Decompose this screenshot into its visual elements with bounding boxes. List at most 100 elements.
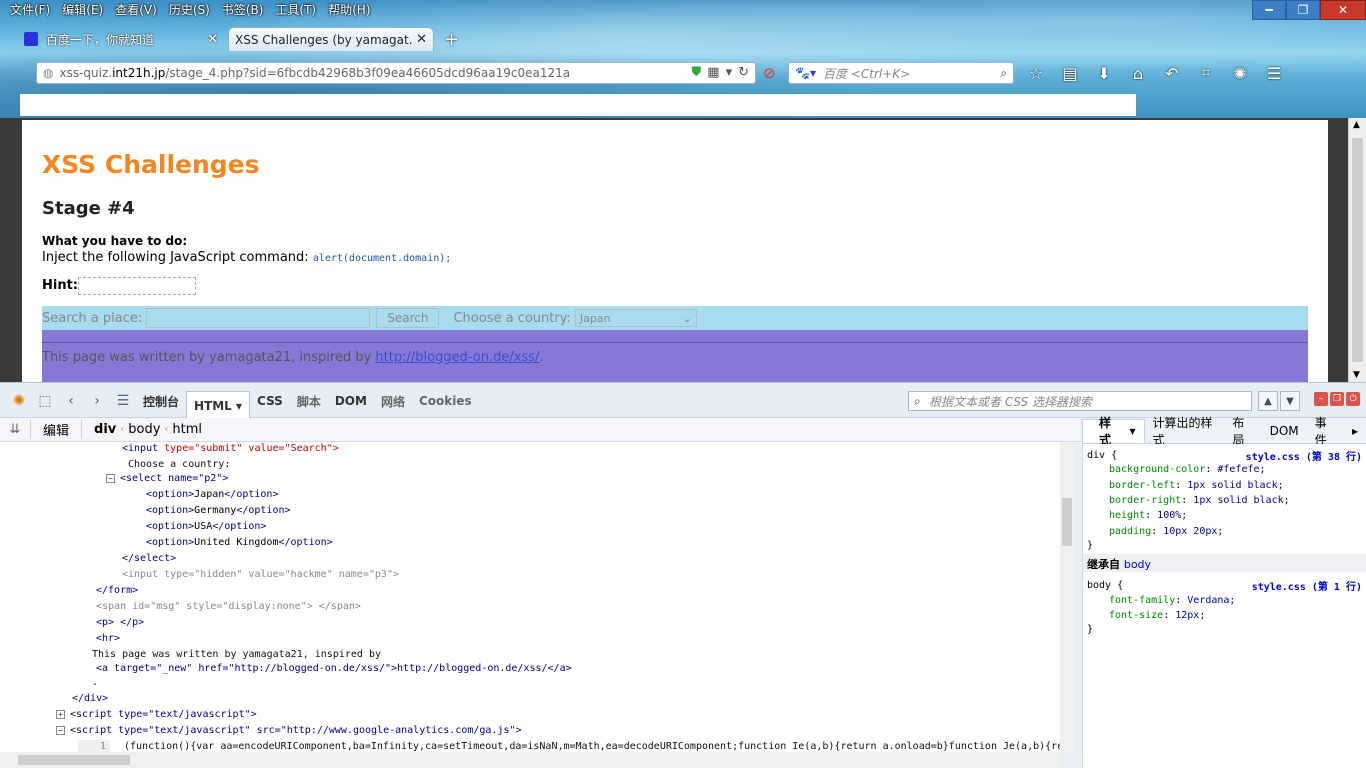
firebug-icon[interactable]: ✺ (1228, 62, 1252, 84)
crumb-div[interactable]: div (90, 422, 120, 437)
menu-edit[interactable]: 编辑(E) (56, 2, 109, 20)
shield-icon[interactable]: ⛊ (692, 65, 702, 80)
menu-help[interactable]: 帮助(H) (322, 2, 376, 20)
code-line[interactable]: <span id="msg" style="display:none"> </s… (96, 600, 361, 614)
noscript-icon[interactable]: ⊘ (763, 64, 776, 82)
inspect-icon[interactable]: ⬚ (32, 390, 58, 412)
firebug-close-icon[interactable]: ⏻ (1346, 392, 1360, 406)
minimize-button[interactable]: ━ (1252, 0, 1286, 20)
css-prop[interactable]: padding: 10px 20px; (1109, 524, 1223, 539)
country-select[interactable]: Japan ⌄ (574, 309, 697, 327)
code-line[interactable]: . (92, 676, 98, 690)
restore-button[interactable]: ❐ (1286, 0, 1320, 20)
hint-box[interactable] (78, 277, 196, 295)
new-tab-button[interactable]: + (444, 29, 459, 50)
code-line[interactable]: </select> (122, 552, 176, 566)
search-button[interactable]: Search (376, 308, 440, 328)
close-window-button[interactable]: ✕ (1320, 0, 1366, 20)
footer-link[interactable]: http://blogged-on.de/xss/ (375, 350, 539, 365)
reload-icon[interactable]: ↻ (738, 65, 749, 80)
css-prop[interactable]: font-size: 12px; (1109, 608, 1205, 623)
forward-icon[interactable]: › (84, 390, 110, 412)
scroll-down-icon[interactable]: ▼ (1353, 370, 1360, 380)
css-prop[interactable]: background-color: #fefefe; (1109, 462, 1266, 477)
menu-hamburger-icon[interactable]: ☰ (1262, 62, 1286, 84)
html-panel-scrollbar[interactable] (1060, 442, 1074, 752)
code-line[interactable]: − <script type="text/javascript" src="htt… (56, 724, 522, 738)
css-source-link[interactable]: style.css (第 38 行) (1246, 448, 1362, 463)
css-source-link[interactable]: style.css (第 1 行) (1252, 578, 1362, 593)
code-line[interactable]: <hr> (96, 632, 120, 646)
firebug-search-input[interactable]: ⌕ 根据文本或者 CSS 选择器搜索 (908, 391, 1252, 411)
back-icon[interactable]: ‹ (58, 390, 84, 412)
tab-cookies[interactable]: Cookies (412, 383, 479, 419)
code-line[interactable]: </div> (72, 692, 108, 706)
tab-net[interactable]: 网络 (374, 383, 412, 419)
close-tab-icon[interactable]: ✕ (416, 32, 427, 47)
crop-icon[interactable]: ⌗ (1194, 62, 1218, 84)
search-next-icon[interactable]: ▼ (1280, 391, 1300, 411)
menu-history[interactable]: 历史(S) (163, 2, 216, 20)
tab-events[interactable]: 事件 (1307, 414, 1344, 448)
code-line[interactable]: <input type="hidden" value="hackme" name… (122, 568, 399, 582)
tab-html[interactable]: HTML ▾ (186, 391, 251, 419)
qr-code-icon[interactable]: ▦ (707, 65, 719, 80)
css-prop[interactable]: border-left: 1px solid black; (1109, 478, 1284, 493)
tab-console[interactable]: 控制台 (136, 383, 186, 419)
more-tabs-icon[interactable]: ▸ (1344, 424, 1366, 438)
menu-tools[interactable]: 工具(T) (269, 2, 322, 20)
scroll-up-icon[interactable]: ▲ (1353, 120, 1360, 130)
tab-css[interactable]: CSS (250, 383, 290, 419)
download-icon[interactable]: ⬇ (1092, 62, 1116, 84)
code-line[interactable]: <option>United Kingdom</option> (146, 536, 333, 550)
home-icon[interactable]: ⌂ (1126, 62, 1150, 84)
inherited-link[interactable]: body (1124, 558, 1151, 571)
code-line[interactable]: <option>Japan</option> (146, 488, 278, 502)
css-selector[interactable]: div { (1087, 448, 1117, 463)
dropdown-icon[interactable]: ▾ (726, 65, 733, 80)
scroll-thumb[interactable] (1352, 138, 1363, 362)
collapse-toggle-icon[interactable]: − (106, 473, 115, 483)
edit-button[interactable]: 编辑 (30, 420, 83, 439)
code-line[interactable]: <option>USA</option> (146, 520, 266, 534)
collapse-toggle-icon[interactable]: − (56, 725, 65, 735)
reading-list-icon[interactable]: ▤ (1058, 62, 1082, 84)
css-selector[interactable]: body { (1087, 578, 1123, 593)
scroll-thumb[interactable] (1062, 498, 1072, 546)
tab-layout[interactable]: 布局 (1224, 414, 1261, 448)
css-prop[interactable]: height: 100%; (1109, 508, 1187, 523)
code-line[interactable]: <option>Germany</option> (146, 504, 291, 518)
expand-toggle-icon[interactable]: + (56, 709, 65, 719)
css-prop[interactable]: border-right: 1px solid black; (1109, 493, 1290, 508)
scroll-thumb[interactable] (18, 755, 130, 765)
search-bar[interactable]: 🐾▾ 百度 <Ctrl+K> ⌕ (788, 62, 1014, 84)
url-bar[interactable]: ◍ xss-quiz. int21h.jp/stage_4.php?sid=6fb… (36, 62, 756, 84)
code-line[interactable]: <p> </p> (96, 616, 144, 630)
code-line[interactable]: + <script type="text/javascript"> (56, 708, 257, 722)
tab-computed[interactable]: 计算出的样式 (1145, 414, 1225, 448)
code-line[interactable]: 1 (function(){var aa=encodeURIComponent,b… (78, 740, 1060, 752)
code-line[interactable]: <input type="submit" value="Search"> (122, 442, 339, 456)
code-line[interactable]: − <select name="p2"> (106, 472, 228, 486)
code-line[interactable]: This page was written by yamagata21, ins… (92, 648, 381, 662)
tab-side-dom[interactable]: DOM (1262, 424, 1307, 438)
firebug-bug-icon[interactable]: ✺ (6, 390, 32, 412)
command-list-icon[interactable]: ☰ (110, 390, 136, 412)
tab-baidu[interactable]: 百度一下，你就知道 ✕ (18, 27, 224, 51)
crumb-body[interactable]: body (124, 422, 164, 437)
tab-dom[interactable]: DOM (328, 383, 374, 419)
menu-bookmarks[interactable]: 书签(B) (216, 2, 270, 20)
close-tab-icon[interactable]: ✕ (207, 32, 218, 47)
undo-icon[interactable]: ↶ (1160, 62, 1184, 84)
pin-icon[interactable]: ⇊ (0, 422, 30, 437)
code-line[interactable]: <a target="_new" href="http://blogged-on… (96, 662, 572, 676)
page-scrollbar[interactable]: ▲ ▼ (1348, 118, 1366, 382)
firebug-detach-icon[interactable]: ❐ (1330, 392, 1344, 406)
menu-file[interactable]: 文件(F) (4, 2, 56, 20)
tab-styles[interactable]: 样式 ▾ (1082, 416, 1145, 447)
magnifier-icon[interactable]: ⌕ (1000, 66, 1007, 81)
html-panel-hscrollbar[interactable] (0, 752, 1060, 768)
search-prev-icon[interactable]: ▲ (1258, 391, 1278, 411)
place-input[interactable] (146, 308, 371, 328)
tab-xss-challenges[interactable]: XSS Challenges (by yamagat... ✕ (228, 27, 434, 51)
